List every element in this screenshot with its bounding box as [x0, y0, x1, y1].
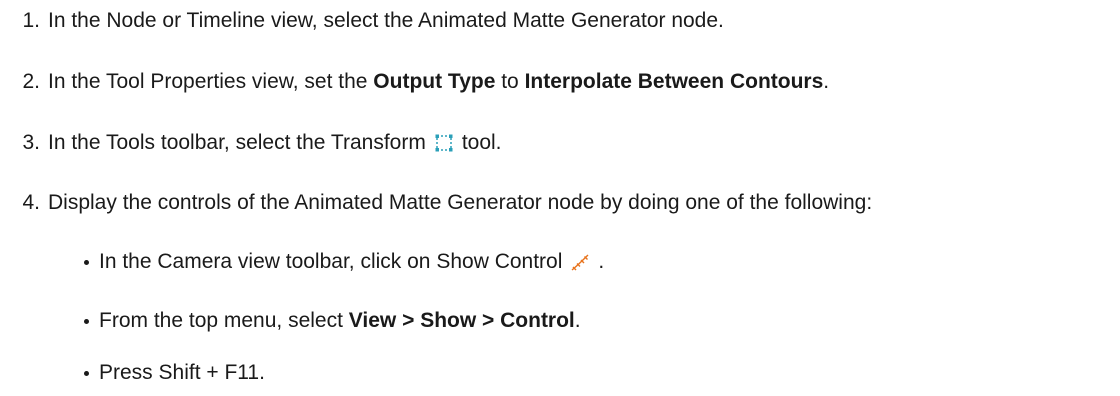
step-text: to — [495, 70, 525, 93]
step-text: In the Tools toolbar, select the Transfo… — [48, 131, 426, 154]
step-2: 2. In the Tool Properties view, set the … — [0, 67, 829, 97]
step-3: 3. In the Tools toolbar, select the Tran… — [0, 128, 502, 158]
bullet-text: . — [598, 250, 605, 273]
step-number: 3. — [22, 131, 40, 154]
bullet-dot — [84, 370, 89, 376]
step-number: 2. — [22, 70, 40, 93]
bullet-item: Press Shift + F11. — [84, 358, 265, 388]
bullet-dot — [84, 318, 89, 324]
step-4: 4. Display the controls of the Animated … — [0, 188, 872, 218]
step-number: 4. — [22, 191, 40, 214]
step-text: tool. — [461, 131, 502, 154]
bullet-text: . — [574, 309, 581, 332]
bullet-text: From the top menu, select — [99, 309, 349, 332]
bullet-item: In the Camera view toolbar, click on Sho… — [84, 247, 604, 277]
bullet-dot — [84, 259, 89, 265]
step-1: 1. In the Node or Timeline view, select … — [0, 6, 724, 36]
output-type-label: Output Type — [373, 70, 496, 93]
bullet-text: In the Camera view toolbar, click on Sho… — [99, 250, 563, 273]
step-number: 1. — [22, 9, 40, 32]
step-text: In the Node or Timeline view, select the… — [48, 9, 724, 32]
step-text: . — [823, 70, 830, 93]
step-text: In the Tool Properties view, set the — [48, 70, 374, 93]
step-text: Display the controls of the Animated Mat… — [48, 191, 873, 214]
bullet-text: Press Shift + F11. — [99, 361, 265, 384]
interpolate-between-contours-label: Interpolate Between Contours — [524, 70, 824, 93]
show-control-icon — [568, 250, 592, 274]
bullet-item: From the top menu, select View > Show > … — [84, 306, 581, 336]
menu-path-label: View > Show > Control — [348, 309, 575, 332]
transform-tool-icon — [432, 131, 456, 155]
